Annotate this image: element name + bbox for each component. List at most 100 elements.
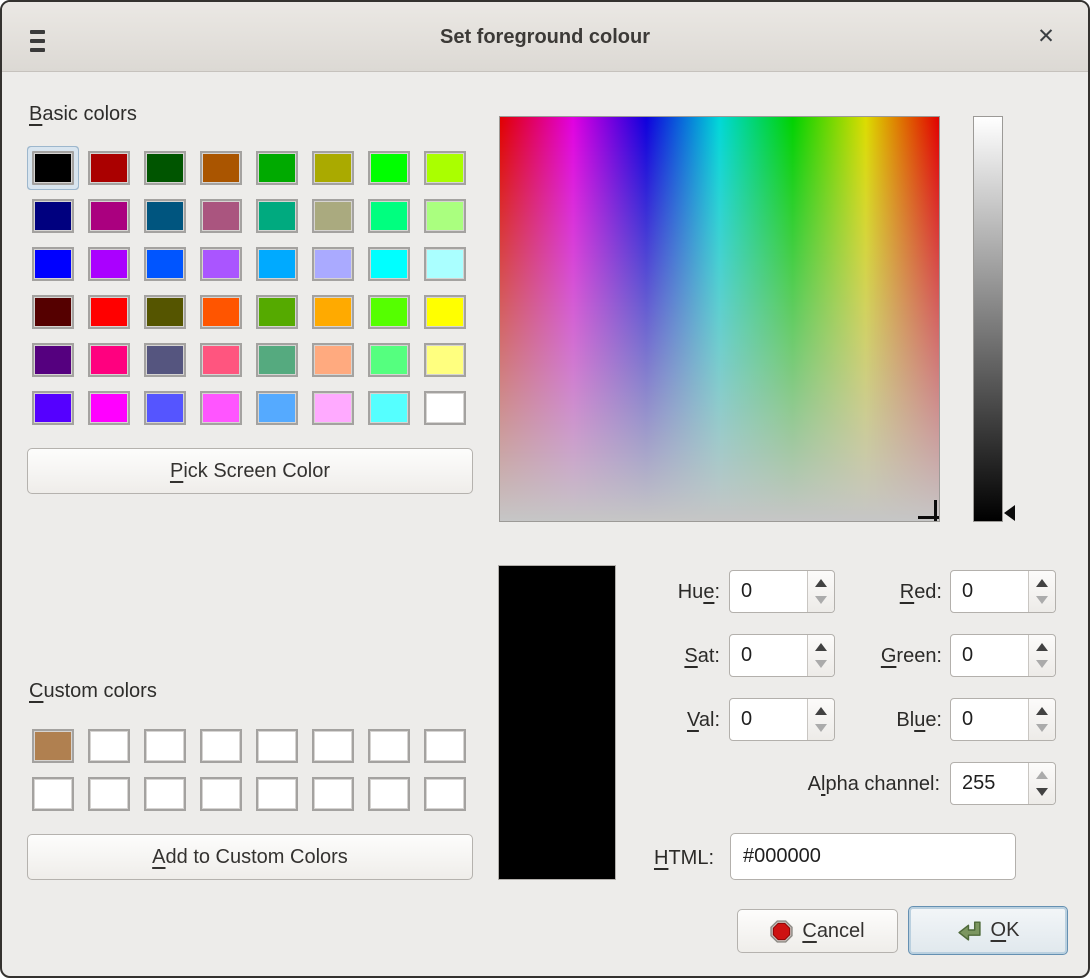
arrow-down-icon[interactable] [1036, 596, 1048, 604]
color-swatch[interactable] [144, 247, 186, 281]
color-swatch[interactable] [312, 777, 354, 811]
arrow-down-icon[interactable] [1036, 788, 1048, 796]
color-swatch[interactable] [368, 343, 410, 377]
window-title: Set foreground colour [2, 2, 1088, 72]
arrow-up-icon[interactable] [815, 643, 827, 651]
color-swatch[interactable] [144, 199, 186, 233]
color-swatch[interactable] [88, 199, 130, 233]
html-color-input[interactable]: #000000 [730, 833, 1016, 880]
color-swatch[interactable] [368, 729, 410, 763]
arrow-down-icon[interactable] [815, 596, 827, 604]
blue-spinbox[interactable]: 0 [950, 698, 1056, 741]
arrow-up-icon[interactable] [1036, 643, 1048, 651]
color-swatch[interactable] [200, 343, 242, 377]
alpha-spinbox[interactable]: 255 [950, 762, 1056, 805]
color-swatch[interactable] [256, 777, 298, 811]
color-swatch[interactable] [200, 151, 242, 185]
arrow-down-icon[interactable] [1036, 724, 1048, 732]
arrow-up-icon[interactable] [1036, 579, 1048, 587]
basic-colors-grid [32, 151, 466, 425]
color-swatch[interactable] [368, 391, 410, 425]
color-swatch[interactable] [368, 199, 410, 233]
color-swatch[interactable] [368, 295, 410, 329]
color-swatch[interactable] [256, 343, 298, 377]
pick-screen-color-button[interactable]: Pick Screen Color [27, 448, 473, 494]
custom-colors-label: Custom colors [29, 680, 157, 703]
color-swatch[interactable] [200, 729, 242, 763]
color-swatch[interactable] [312, 151, 354, 185]
color-swatch[interactable] [200, 777, 242, 811]
add-to-custom-colors-button[interactable]: Add to Custom Colors [27, 834, 473, 880]
color-swatch[interactable] [144, 343, 186, 377]
color-swatch[interactable] [368, 247, 410, 281]
color-swatch[interactable] [32, 151, 74, 185]
color-swatch[interactable] [88, 247, 130, 281]
arrow-up-icon[interactable] [815, 579, 827, 587]
color-swatch[interactable] [32, 295, 74, 329]
arrow-up-icon[interactable] [1036, 707, 1048, 715]
color-swatch[interactable] [256, 729, 298, 763]
color-swatch[interactable] [256, 247, 298, 281]
color-swatch[interactable] [144, 295, 186, 329]
color-swatch[interactable] [312, 199, 354, 233]
color-swatch[interactable] [200, 295, 242, 329]
color-swatch[interactable] [32, 391, 74, 425]
color-swatch[interactable] [88, 295, 130, 329]
color-swatch[interactable] [200, 199, 242, 233]
color-swatch[interactable] [368, 777, 410, 811]
left-arrow-indicator-icon[interactable] [1004, 505, 1015, 521]
color-swatch[interactable] [424, 199, 466, 233]
color-swatch[interactable] [424, 247, 466, 281]
color-swatch[interactable] [368, 151, 410, 185]
color-swatch[interactable] [32, 199, 74, 233]
arrow-down-icon[interactable] [815, 660, 827, 668]
arrow-down-icon[interactable] [1036, 660, 1048, 668]
color-swatch[interactable] [256, 295, 298, 329]
color-swatch[interactable] [88, 729, 130, 763]
color-swatch[interactable] [424, 391, 466, 425]
color-swatch[interactable] [144, 391, 186, 425]
close-icon[interactable]: ✕ [1028, 19, 1064, 55]
arrow-down-icon[interactable] [815, 724, 827, 732]
color-swatch[interactable] [424, 729, 466, 763]
color-swatch[interactable] [32, 343, 74, 377]
color-swatch[interactable] [256, 199, 298, 233]
value-slider[interactable] [973, 116, 1003, 522]
titlebar: Set foreground colour ✕ [2, 2, 1088, 72]
color-swatch[interactable] [312, 343, 354, 377]
color-swatch[interactable] [88, 391, 130, 425]
arrow-up-icon[interactable] [815, 707, 827, 715]
color-swatch[interactable] [32, 729, 74, 763]
color-swatch[interactable] [88, 777, 130, 811]
color-swatch[interactable] [144, 729, 186, 763]
cancel-label: Cancel [802, 920, 864, 943]
red-spinbox[interactable]: 0 [950, 570, 1056, 613]
color-swatch[interactable] [424, 295, 466, 329]
color-swatch[interactable] [424, 151, 466, 185]
green-spinbox[interactable]: 0 [950, 634, 1056, 677]
color-swatch[interactable] [144, 777, 186, 811]
color-swatch[interactable] [88, 151, 130, 185]
color-swatch[interactable] [312, 295, 354, 329]
color-swatch[interactable] [424, 343, 466, 377]
color-swatch[interactable] [144, 151, 186, 185]
arrow-up-icon[interactable] [1036, 771, 1048, 779]
color-swatch[interactable] [200, 391, 242, 425]
color-swatch[interactable] [256, 391, 298, 425]
color-swatch[interactable] [200, 247, 242, 281]
sat-spinbox[interactable]: 0 [729, 634, 835, 677]
color-swatch[interactable] [312, 247, 354, 281]
ok-button[interactable]: OK [908, 906, 1068, 955]
color-swatch[interactable] [312, 391, 354, 425]
red-stop-octagon-icon [770, 920, 793, 943]
color-swatch[interactable] [424, 777, 466, 811]
val-spinbox[interactable]: 0 [729, 698, 835, 741]
hue-spinbox[interactable]: 0 [729, 570, 835, 613]
color-swatch[interactable] [32, 247, 74, 281]
hue-saturation-picker[interactable] [499, 116, 940, 522]
color-swatch[interactable] [32, 777, 74, 811]
color-swatch[interactable] [88, 343, 130, 377]
color-swatch[interactable] [256, 151, 298, 185]
color-swatch[interactable] [312, 729, 354, 763]
cancel-button[interactable]: Cancel [737, 909, 898, 953]
